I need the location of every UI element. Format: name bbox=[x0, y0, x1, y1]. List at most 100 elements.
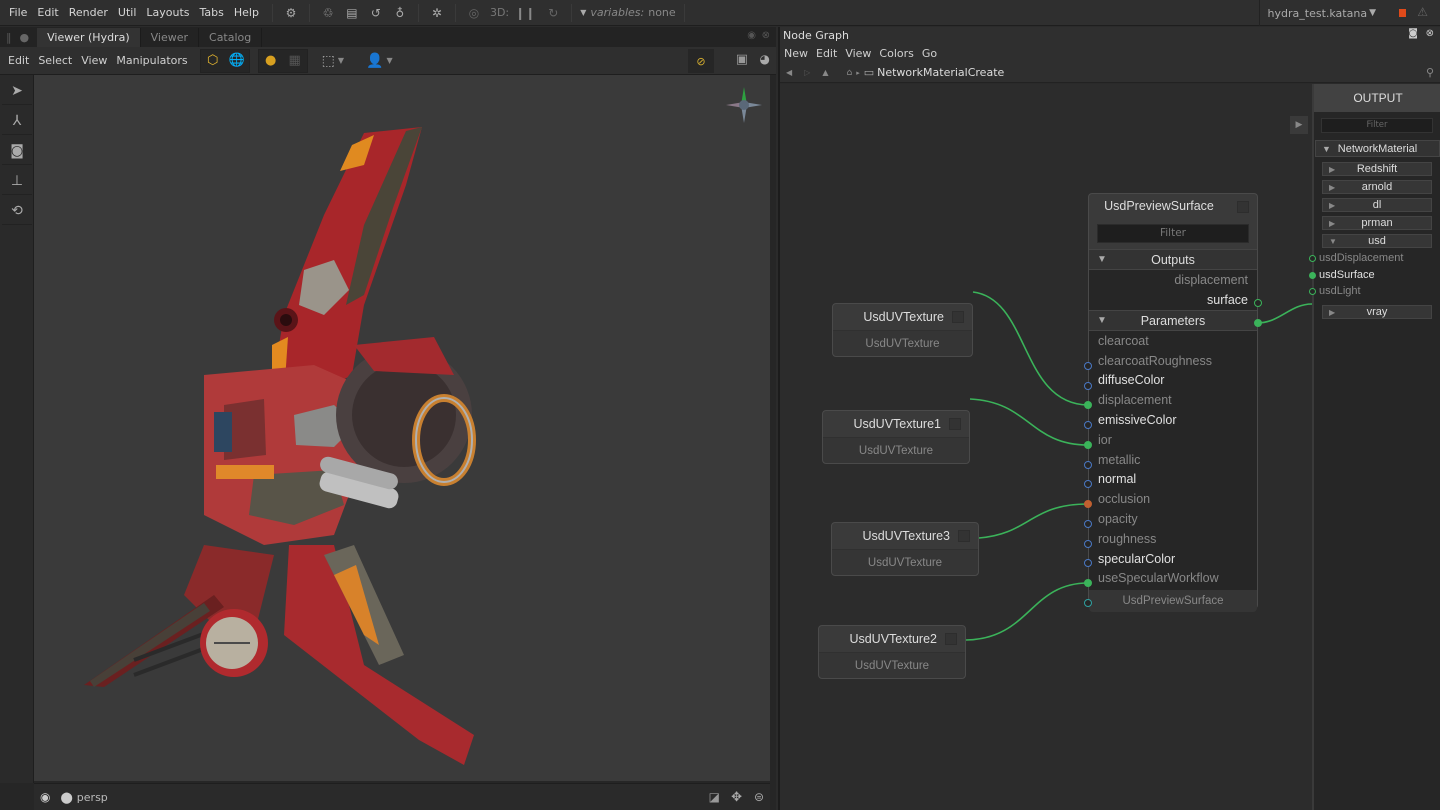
bypass-toggle[interactable] bbox=[958, 530, 970, 542]
texture-node[interactable]: UsdUVTexture UsdUVTexture bbox=[832, 303, 973, 357]
viewer-menu-view[interactable]: View bbox=[76, 54, 111, 67]
input-port-normal[interactable] bbox=[1084, 500, 1092, 508]
object-space-icon[interactable]: ⬡ bbox=[201, 50, 225, 72]
port-dot[interactable] bbox=[1309, 254, 1316, 262]
input-port-row[interactable]: displacement bbox=[1089, 390, 1257, 411]
input-port-emissivecolor[interactable] bbox=[1084, 441, 1092, 449]
ng-menu-view[interactable]: View bbox=[841, 47, 875, 60]
camera-name[interactable]: persp bbox=[77, 791, 108, 804]
visibility-eye-icon[interactable]: ◉ bbox=[40, 790, 50, 804]
input-port-row[interactable]: diffuseColor bbox=[1089, 370, 1257, 391]
menu-file[interactable]: File bbox=[4, 6, 32, 19]
bypass-toggle[interactable] bbox=[949, 418, 961, 430]
forward-arrow-icon[interactable]: ▷ bbox=[804, 68, 810, 77]
input-port-row[interactable]: specularColor bbox=[1089, 548, 1257, 569]
parameters-section-header[interactable]: ▼ Parameters bbox=[1089, 310, 1257, 331]
input-port-row[interactable]: clearcoat bbox=[1089, 331, 1257, 351]
home-icon[interactable]: ⌂ bbox=[846, 68, 852, 78]
variables-dropdown-icon[interactable]: ▼ bbox=[580, 8, 586, 17]
input-port-row[interactable]: emissiveColor bbox=[1089, 410, 1257, 430]
close-pane-icon[interactable]: ⊗ bbox=[1426, 28, 1434, 39]
ng-menu-edit[interactable]: Edit bbox=[812, 47, 841, 60]
variables-label[interactable]: variables: bbox=[590, 6, 644, 19]
bypass-toggle[interactable] bbox=[945, 633, 957, 645]
shaded-mode-icon[interactable]: ● bbox=[259, 50, 283, 72]
texture-node[interactable]: UsdUVTexture2 UsdUVTexture bbox=[818, 625, 966, 679]
live-render-icon[interactable]: ◎ bbox=[464, 6, 484, 20]
monitor-icon[interactable]: ▣ bbox=[736, 52, 748, 67]
ng-menu-new[interactable]: New bbox=[780, 47, 812, 60]
input-port-row[interactable]: occlusion bbox=[1089, 489, 1257, 510]
frame-selection-icon[interactable]: ◪ bbox=[709, 790, 720, 804]
variables-value[interactable]: none bbox=[648, 6, 675, 19]
tab-viewer-hydra[interactable]: Viewer (Hydra) bbox=[37, 28, 141, 47]
bypass-toggle[interactable] bbox=[1237, 201, 1249, 213]
output-node[interactable]: OUTPUT Filter ▼ NetworkMaterial ▶ Redshif… bbox=[1309, 84, 1440, 810]
input-port-specularcolor[interactable] bbox=[1084, 579, 1092, 587]
output-port-row[interactable]: displacement bbox=[1089, 270, 1257, 290]
output-filter-input[interactable]: Filter bbox=[1321, 118, 1433, 133]
back-arrow-icon[interactable]: ◀ bbox=[786, 68, 792, 77]
search-icon[interactable]: ⚲ bbox=[1426, 66, 1434, 79]
network-material-section[interactable]: ▼ NetworkMaterial bbox=[1315, 140, 1440, 157]
float-pane-icon[interactable]: ◙ bbox=[1408, 28, 1418, 39]
lock-eye-icon[interactable]: ◕ bbox=[760, 52, 770, 66]
undo-loop-icon[interactable]: ↺ bbox=[366, 6, 386, 20]
port-dot[interactable] bbox=[1309, 271, 1316, 279]
renderer-group-redshift[interactable]: ▶ Redshift bbox=[1322, 162, 1432, 176]
renderer-group-arnold[interactable]: ▶ arnold bbox=[1322, 180, 1432, 194]
rotate-around-icon[interactable]: ⟲ bbox=[2, 197, 32, 225]
float-pane-icon[interactable]: ◉ bbox=[747, 30, 756, 41]
input-port-clearcoat[interactable] bbox=[1084, 362, 1092, 370]
input-port-diffusecolor[interactable] bbox=[1084, 401, 1092, 409]
outputs-section-header[interactable]: ▼ Outputs bbox=[1089, 249, 1257, 270]
recycle-icon[interactable]: ♲ bbox=[318, 6, 338, 20]
3d-viewport[interactable] bbox=[34, 75, 770, 781]
tab-viewer[interactable]: Viewer bbox=[141, 28, 200, 47]
ng-menu-colors[interactable]: Colors bbox=[875, 47, 917, 60]
input-port-row[interactable]: metallic bbox=[1089, 449, 1257, 470]
renderer-group-dl[interactable]: ▶ dl bbox=[1322, 198, 1432, 212]
output-port-displacement[interactable] bbox=[1254, 299, 1262, 307]
rotate-icon[interactable]: ◙ bbox=[2, 137, 32, 165]
settings-icon[interactable]: ⚙ bbox=[281, 6, 301, 20]
renderer-group-vray[interactable]: ▶ vray bbox=[1322, 305, 1432, 319]
render-bug-icon[interactable]: ✲ bbox=[427, 6, 447, 20]
wireframe-mode-icon[interactable]: ▦ bbox=[283, 50, 307, 72]
pan-move-icon[interactable]: ✥ bbox=[731, 790, 742, 805]
menu-edit[interactable]: Edit bbox=[32, 6, 63, 19]
input-port-ior[interactable] bbox=[1084, 461, 1092, 469]
tab-menu-icon[interactable]: ● bbox=[18, 28, 38, 47]
input-port-displacement[interactable] bbox=[1084, 421, 1092, 429]
viewer-menu-edit[interactable]: Edit bbox=[3, 54, 33, 67]
input-port-usespecularworkflow[interactable] bbox=[1084, 599, 1092, 607]
project-dropdown[interactable]: hydra_test.katana ▼ bbox=[1258, 0, 1376, 26]
usd-port-surface[interactable]: usdSurface bbox=[1309, 269, 1375, 281]
input-port-metallic[interactable] bbox=[1084, 480, 1092, 488]
pause-icon[interactable]: ❙❙ bbox=[515, 6, 535, 20]
input-port-row[interactable]: clearcoatRoughness bbox=[1089, 350, 1257, 371]
viewer-menu-manipulators[interactable]: Manipulators bbox=[111, 54, 191, 67]
input-port-row[interactable]: opacity bbox=[1089, 509, 1257, 529]
output-port-surface[interactable] bbox=[1254, 319, 1262, 327]
node-graph-canvas[interactable]: UsdUVTexture UsdUVTexture UsdUVTexture1 … bbox=[780, 84, 1313, 810]
drag-handle-icon[interactable]: ‖ bbox=[0, 28, 18, 47]
hide-manipulators-icon[interactable]: ⊘ bbox=[688, 49, 714, 73]
breadcrumb-node[interactable]: NetworkMaterialCreate bbox=[877, 66, 1004, 79]
bypass-toggle[interactable] bbox=[952, 311, 964, 323]
world-space-icon[interactable]: 🌐 bbox=[225, 50, 249, 72]
tab-catalog[interactable]: Catalog bbox=[199, 28, 263, 47]
port-dot[interactable] bbox=[1309, 287, 1316, 295]
view-orientation-gizmo[interactable] bbox=[724, 85, 764, 125]
menu-util[interactable]: Util bbox=[113, 6, 141, 19]
preview-surface-node[interactable]: UsdPreviewSurface Filter ▼ Outputs displa… bbox=[1088, 193, 1258, 613]
scale-icon[interactable]: ⊥ bbox=[2, 167, 32, 195]
camera-icon[interactable]: ⬤ bbox=[60, 791, 72, 804]
menu-help[interactable]: Help bbox=[229, 6, 264, 19]
bounding-box-icon[interactable]: ⬚ bbox=[322, 53, 335, 69]
warning-icon[interactable]: ⚠ bbox=[1417, 5, 1428, 19]
up-arrow-icon[interactable]: ▲ bbox=[822, 68, 828, 77]
input-port-row[interactable]: ior bbox=[1089, 429, 1257, 450]
chevron-down-icon[interactable]: ▼ bbox=[338, 56, 344, 65]
chevron-down-icon[interactable]: ▼ bbox=[387, 56, 393, 65]
